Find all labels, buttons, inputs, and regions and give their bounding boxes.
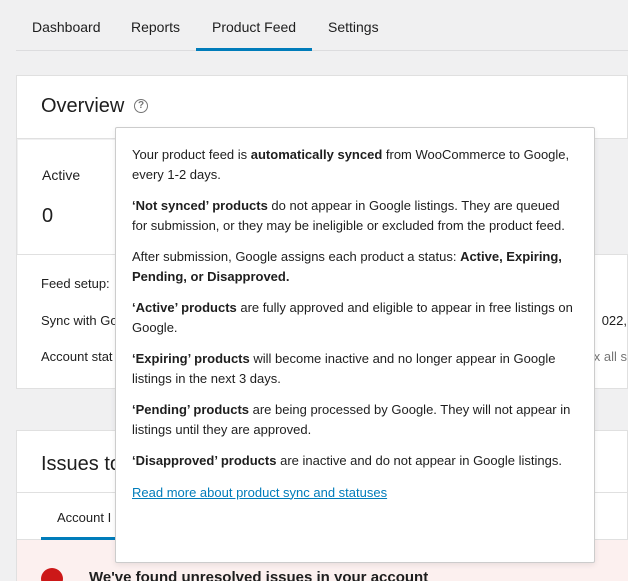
overview-title: Overview <box>41 95 125 117</box>
issues-banner-text: We've found unresolved issues in your ac… <box>89 569 429 581</box>
text-bold: ‘Active’ products <box>132 300 237 315</box>
tab-settings[interactable]: Settings <box>312 0 395 51</box>
text-bold: ‘Disapproved’ products <box>132 453 277 468</box>
popover-paragraph: After submission, Google assigns each pr… <box>132 247 578 286</box>
account-status-label: Account stat <box>41 349 113 364</box>
text: Your product feed is <box>132 147 251 162</box>
help-icon[interactable]: ? <box>134 99 148 113</box>
text-bold: automatically synced <box>250 147 383 162</box>
text: are inactive and do not appear in Google… <box>276 453 562 468</box>
text-bold: ‘Expiring’ products <box>132 351 250 366</box>
sync-date-value: 022, <box>601 313 627 328</box>
popover-paragraph: ‘Disapproved’ products are inactive and … <box>132 451 578 471</box>
tab-reports[interactable]: Reports <box>115 0 196 51</box>
read-more-link[interactable]: Read more about product sync and statuse… <box>132 485 387 500</box>
popover-paragraph: ‘Not synced’ products do not appear in G… <box>132 196 578 235</box>
sync-with-google-label: Sync with Go <box>41 313 118 328</box>
text-bold: ‘Pending’ products <box>132 402 250 417</box>
error-icon <box>41 568 63 581</box>
issues-title: Issues to <box>41 453 122 475</box>
stat-value: 0 <box>42 205 54 227</box>
view-all-link[interactable]: x all s <box>594 349 627 364</box>
help-popover: Your product feed is automatically synce… <box>115 127 595 563</box>
popover-paragraph: Your product feed is automatically synce… <box>132 145 578 184</box>
top-tab-bar: Dashboard Reports Product Feed Settings <box>16 0 628 51</box>
popover-paragraph: ‘Active’ products are fully approved and… <box>132 298 578 337</box>
feed-setup-label: Feed setup: <box>41 276 110 291</box>
popover-paragraph: ‘Pending’ products are being processed b… <box>132 400 578 439</box>
text: After submission, Google assigns each pr… <box>132 249 461 264</box>
popover-paragraph: ‘Expiring’ products will become inactive… <box>132 349 578 388</box>
tab-product-feed[interactable]: Product Feed <box>196 0 313 51</box>
stat-label: Active <box>42 167 81 183</box>
tab-dashboard[interactable]: Dashboard <box>16 0 117 51</box>
text-bold: ‘Not synced’ products <box>132 198 268 213</box>
